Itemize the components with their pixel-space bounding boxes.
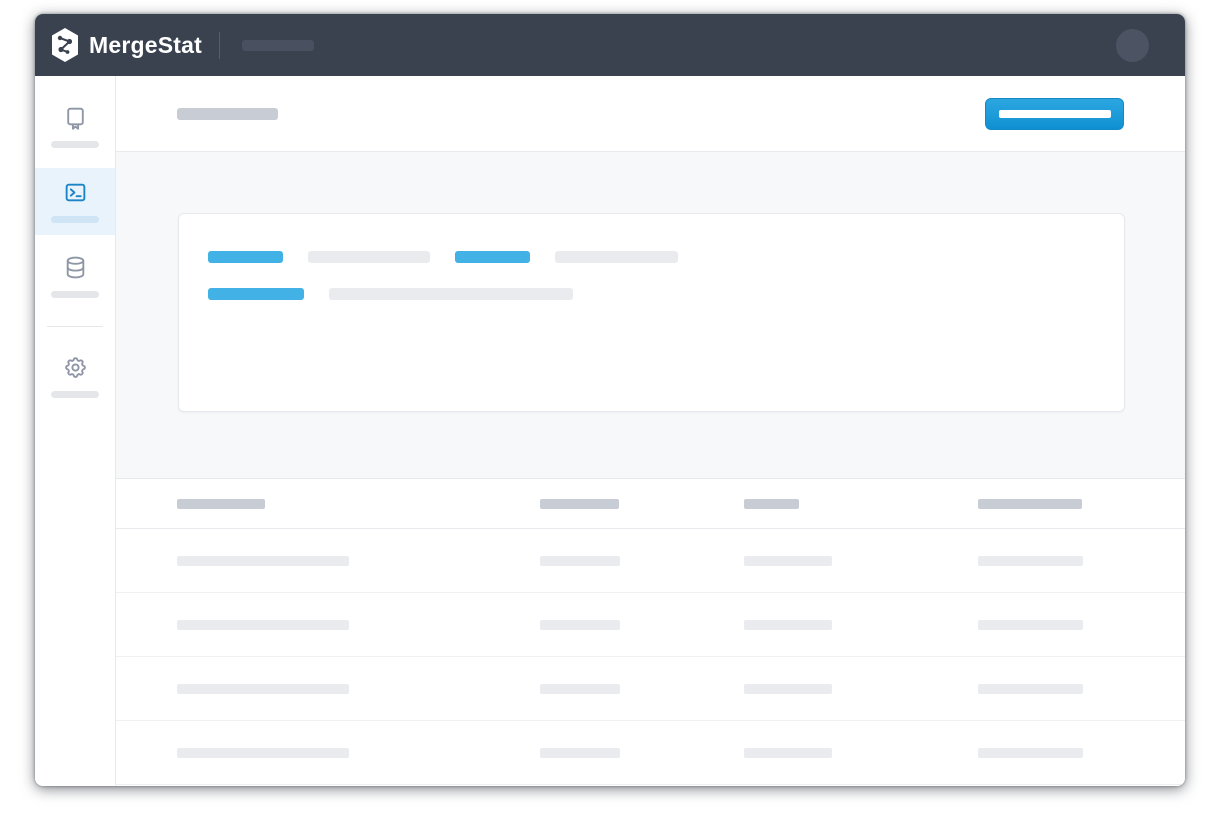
text-skeleton [555,251,678,263]
book-icon [63,105,88,130]
results-table [116,479,1185,786]
card-skeleton-row [208,288,1100,300]
column-header-skeleton [978,498,1082,509]
table-cell [978,619,1185,630]
cell-skeleton [177,683,349,694]
table-cell [177,683,540,694]
column-header-skeleton [540,498,619,509]
column-header-cell [744,498,978,509]
table-cell [744,619,978,630]
column-header-cell [540,498,744,509]
table-row[interactable] [116,529,1185,593]
cell-skeleton [978,619,1083,630]
table-row[interactable] [116,657,1185,721]
cell-skeleton [540,555,620,566]
text-skeleton [329,288,573,300]
header-divider [219,31,220,59]
table-cell [744,683,978,694]
table-header-row [116,479,1185,529]
table-body [116,529,1185,785]
keyword-skeleton [208,251,283,263]
table-cell [177,619,540,630]
sidebar-divider [47,326,103,327]
cell-skeleton [744,619,832,630]
sidebar-item-data[interactable] [35,243,115,310]
sidebar-label-skeleton [51,216,99,223]
terminal-icon [63,180,88,205]
cell-skeleton [744,747,832,758]
cell-skeleton [978,683,1083,694]
avatar[interactable] [1116,28,1149,62]
sidebar [35,76,116,786]
cell-skeleton [978,555,1083,566]
app-window: MergeStat [35,14,1185,786]
cell-skeleton [177,747,349,758]
sidebar-item-repos[interactable] [35,93,115,160]
table-cell [540,619,744,630]
primary-action-button[interactable] [985,97,1124,130]
table-row[interactable] [116,593,1185,657]
table-cell [540,555,744,566]
table-cell [177,747,540,758]
sidebar-item-settings[interactable] [35,343,115,410]
cell-skeleton [540,747,620,758]
button-label-skeleton [998,109,1111,118]
page-head [116,76,1185,152]
brand-name: MergeStat [89,31,202,58]
cell-skeleton [540,683,620,694]
table-cell [540,683,744,694]
table-cell [177,555,540,566]
cell-skeleton [744,683,832,694]
query-card [178,213,1125,412]
gear-icon [63,355,88,380]
cell-skeleton [978,747,1083,758]
header-nav-skeleton [242,39,314,51]
table-cell [978,555,1185,566]
keyword-skeleton [455,251,530,263]
table-cell [978,747,1185,758]
keyword-skeleton [208,288,304,300]
sidebar-item-queries[interactable] [35,168,115,235]
page-title-skeleton [177,107,278,120]
column-header-cell [978,498,1185,509]
app-body [35,76,1185,786]
column-header-skeleton [177,498,265,509]
text-skeleton [308,251,430,263]
sidebar-label-skeleton [51,391,99,398]
cell-skeleton [744,555,832,566]
query-panel [116,152,1185,479]
card-skeleton-row [208,251,1100,263]
table-cell [540,747,744,758]
database-icon [63,255,88,280]
cell-skeleton [540,619,620,630]
cell-skeleton [177,555,349,566]
table-cell [744,747,978,758]
main-content [116,76,1185,786]
table-row[interactable] [116,721,1185,785]
sidebar-label-skeleton [51,291,99,298]
table-cell [978,683,1185,694]
sidebar-label-skeleton [51,141,99,148]
table-cell [744,555,978,566]
cell-skeleton [177,619,349,630]
column-header-skeleton [744,498,799,509]
app-header: MergeStat [35,14,1185,76]
column-header-cell [177,498,540,509]
mergestat-logo-icon [50,27,80,63]
